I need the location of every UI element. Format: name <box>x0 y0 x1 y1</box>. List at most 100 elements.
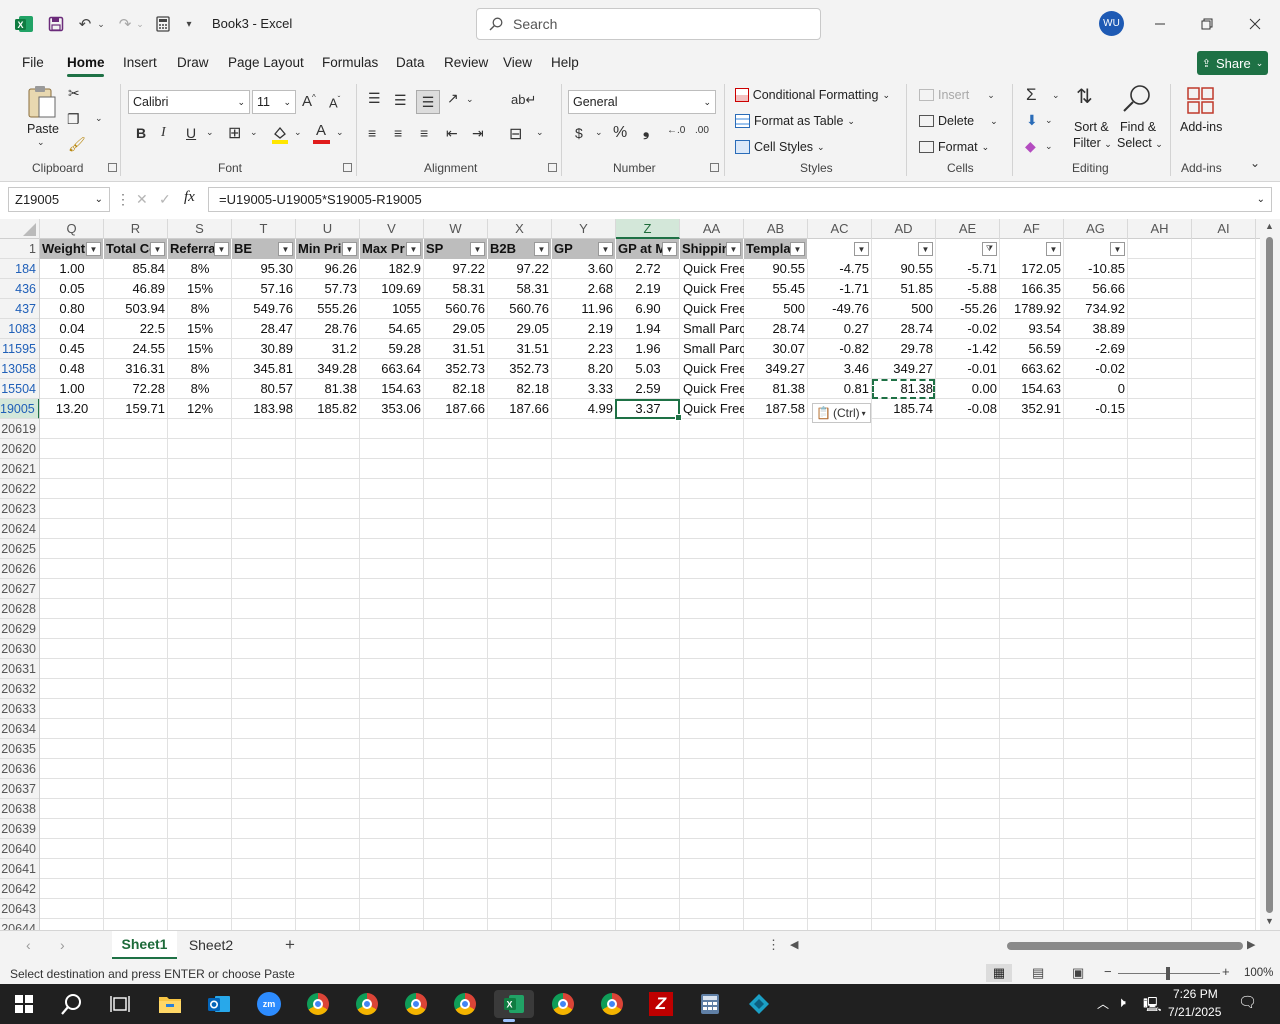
filter-applied-icon[interactable]: ⧩ <box>982 242 997 256</box>
page-break-view-icon[interactable]: ▣ <box>1072 965 1084 981</box>
currency-dropdown-icon[interactable]: ⌄ <box>595 127 603 138</box>
table-cell[interactable]: 28.47 <box>232 319 296 339</box>
column-header-y[interactable]: Y <box>552 219 616 239</box>
row-header[interactable]: 20627 <box>0 579 39 599</box>
table-cell[interactable]: -5.88 <box>936 279 1000 299</box>
align-right-icon[interactable]: ≡ <box>420 125 428 141</box>
sort-filter-icon[interactable]: ⇅ <box>1076 84 1093 109</box>
table-cell[interactable]: 8% <box>168 379 232 399</box>
merge-dropdown-icon[interactable]: ⌄ <box>536 127 544 138</box>
row-header[interactable]: 437 <box>0 299 39 319</box>
copy-dropdown-icon[interactable]: ⌄ <box>95 113 103 124</box>
clock-time[interactable]: 7:26 PM <box>1173 987 1218 1001</box>
table-cell[interactable]: 8.20 <box>552 359 616 379</box>
filter-dropdown-icon[interactable]: ▼ <box>854 242 869 256</box>
table-cell[interactable]: 28.76 <box>296 319 360 339</box>
table-cell[interactable]: 2.68 <box>552 279 616 299</box>
row-header[interactable]: 20631 <box>0 659 39 679</box>
table-cell[interactable]: 560.76 <box>424 299 488 319</box>
table-cell[interactable]: 58.31 <box>424 279 488 299</box>
redo-icon[interactable]: ↷ <box>114 12 136 36</box>
table-cell[interactable]: 82.18 <box>488 379 552 399</box>
table-cell[interactable]: 80.57 <box>232 379 296 399</box>
table-cell[interactable]: 1.96 <box>616 339 680 359</box>
filter-dropdown-icon[interactable]: ▼ <box>214 242 229 256</box>
percent-icon[interactable]: % <box>613 124 627 142</box>
table-cell[interactable]: 560.76 <box>488 299 552 319</box>
excel-taskbar-icon[interactable]: X <box>494 990 534 1022</box>
table-cell[interactable]: 22.5 <box>104 319 168 339</box>
row-header[interactable]: 20640 <box>0 839 39 859</box>
table-cell[interactable]: 93.54 <box>1000 319 1064 339</box>
table-cell[interactable]: 1.00 <box>40 379 104 399</box>
table-cell[interactable]: 352.91 <box>1000 399 1064 419</box>
table-cell[interactable]: 154.63 <box>1000 379 1064 399</box>
row-header[interactable]: 11595 <box>0 339 39 359</box>
table-cell[interactable]: 663.62 <box>1000 359 1064 379</box>
table-cell[interactable]: Quick Free <box>680 379 744 399</box>
format-cells-button[interactable]: Format ⌄ <box>919 138 999 156</box>
table-cell[interactable]: 58.31 <box>488 279 552 299</box>
copy-icon[interactable]: ❐ <box>67 111 80 128</box>
align-bottom-icon[interactable]: ☰ <box>416 90 440 114</box>
row-header[interactable]: 20638 <box>0 799 39 819</box>
table-cell[interactable]: 159.71 <box>104 399 168 419</box>
table-cell[interactable]: 8% <box>168 259 232 279</box>
page-layout-view-icon[interactable]: ▤ <box>1032 965 1044 981</box>
row-header[interactable]: 20639 <box>0 819 39 839</box>
column-header-aa[interactable]: AA <box>680 219 744 239</box>
filter-dropdown-icon[interactable]: ▼ <box>406 242 421 256</box>
add-ins-button[interactable]: Add-ins <box>1180 120 1222 134</box>
table-cell[interactable]: 1789.92 <box>1000 299 1064 319</box>
table-cell[interactable]: 0.27 <box>808 319 872 339</box>
insert-cells-button[interactable]: Insert ⌄ <box>919 86 999 104</box>
tab-data[interactable]: Data <box>396 55 425 70</box>
autosum-icon[interactable]: Σ <box>1026 85 1037 105</box>
table-cell[interactable]: 81.38 <box>296 379 360 399</box>
column-header-x[interactable]: X <box>488 219 552 239</box>
chrome-icon[interactable] <box>303 990 333 1018</box>
table-cell[interactable]: 316.31 <box>104 359 168 379</box>
font-name-select[interactable]: Calibri ⌄ <box>128 90 250 114</box>
expand-formula-icon[interactable]: ⌄ <box>1257 194 1265 205</box>
calculator-app-icon[interactable] <box>695 990 725 1018</box>
orientation-icon[interactable]: ↗ <box>447 90 459 107</box>
table-cell[interactable]: 0.81 <box>808 379 872 399</box>
row-header[interactable]: 20633 <box>0 699 39 719</box>
next-sheet-icon[interactable]: › <box>60 937 65 953</box>
column-header-u[interactable]: U <box>296 219 360 239</box>
borders-dropdown-icon[interactable]: ⌄ <box>250 127 258 138</box>
add-ins-icon[interactable] <box>1186 86 1216 116</box>
cell-styles-button[interactable]: Cell Styles ⌄ <box>735 138 890 156</box>
enter-icon[interactable]: ✓ <box>159 191 171 208</box>
table-cell[interactable]: 24.55 <box>104 339 168 359</box>
undo-icon[interactable]: ↶ <box>74 12 96 36</box>
paste-options-button[interactable]: 📋 (Ctrl) ▾ <box>812 403 871 423</box>
table-cell[interactable]: 8% <box>168 359 232 379</box>
chrome-icon[interactable] <box>597 990 627 1018</box>
table-cell[interactable]: 96.26 <box>296 259 360 279</box>
align-left-icon[interactable]: ≡ <box>368 125 376 141</box>
column-header-ah[interactable]: AH <box>1128 219 1192 239</box>
table-cell[interactable]: 31.51 <box>424 339 488 359</box>
table-cell[interactable]: 1.00 <box>40 259 104 279</box>
format-as-table-button[interactable]: Format as Table ⌄ <box>735 112 890 130</box>
name-box[interactable]: Z19005 ⌄ <box>8 187 110 212</box>
sort-filter-label[interactable]: Sort & <box>1074 120 1109 134</box>
horizontal-scroll-thumb[interactable] <box>1007 942 1243 950</box>
zoom-slider-thumb[interactable] <box>1166 967 1170 980</box>
fill-color-icon[interactable] <box>271 124 289 144</box>
row-header[interactable]: 20643 <box>0 899 39 919</box>
row-header[interactable]: 20623 <box>0 499 39 519</box>
decrease-indent-icon[interactable]: ⇤ <box>446 125 458 142</box>
table-cell[interactable]: 6.90 <box>616 299 680 319</box>
table-cell[interactable]: 4.99 <box>552 399 616 419</box>
column-header-ai[interactable]: AI <box>1192 219 1256 239</box>
increase-font-icon[interactable]: A^ <box>302 93 316 110</box>
chrome-icon[interactable] <box>548 990 578 1018</box>
vertical-scroll-thumb[interactable] <box>1266 237 1273 913</box>
autosum-dropdown-icon[interactable]: ⌄ <box>1052 90 1060 101</box>
column-header-q[interactable]: Q <box>40 219 104 239</box>
currency-icon[interactable]: $ <box>575 125 583 141</box>
number-format-select[interactable]: General ⌄ <box>568 90 716 114</box>
